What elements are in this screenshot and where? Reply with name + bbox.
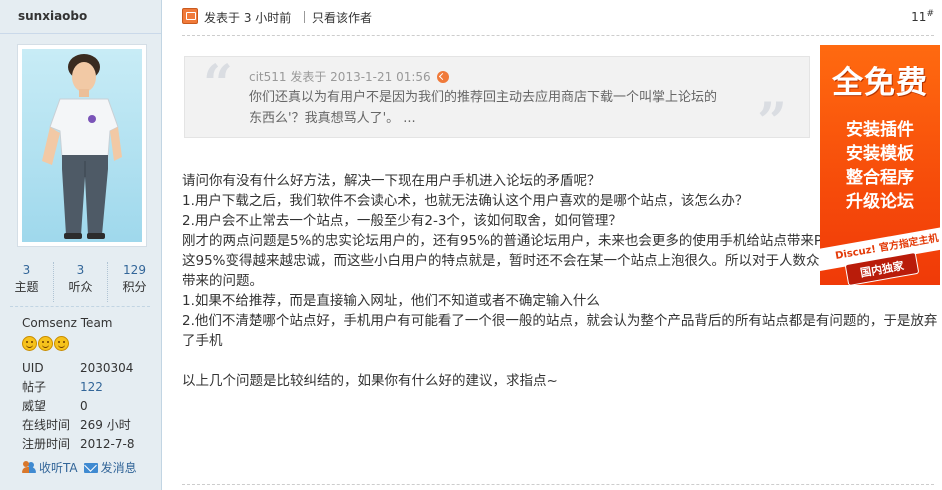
stat-threads[interactable]: 3 主题 — [0, 262, 53, 302]
divider — [0, 33, 161, 34]
info-value: 2012-7-8 — [80, 436, 135, 451]
avatar[interactable] — [17, 44, 147, 247]
stat-label: 主题 — [14, 280, 39, 294]
quote-meta: cit511 发表于 2013-1-21 01:56 — [249, 68, 449, 85]
ad-line: 整合程序 — [846, 168, 914, 188]
username[interactable]: sunxiaobo — [18, 9, 87, 23]
follow-label: 收听TA — [39, 461, 78, 475]
stat-number: 3 — [76, 263, 85, 277]
follow-link[interactable]: 收听TA — [22, 459, 78, 476]
message-link[interactable]: 发消息 — [83, 459, 137, 476]
divider — [10, 306, 150, 307]
header-separator — [304, 11, 305, 23]
open-quote-icon: “ — [203, 54, 233, 115]
stat-credits[interactable]: 129 积分 — [107, 262, 161, 302]
advertisement-banner[interactable]: 全免费 安装插件 安装模板 整合程序 升级论坛 Discuz! 官方指定主机 国… — [820, 45, 940, 285]
avatar-image — [22, 49, 142, 242]
divider — [182, 35, 934, 36]
info-key: 威望 — [22, 399, 47, 413]
smiley-icon — [38, 336, 53, 351]
close-quote-icon: ” — [757, 92, 787, 153]
mail-icon — [83, 462, 98, 473]
post-icon — [182, 8, 198, 24]
user-actions: 收听TA 发消息 — [22, 459, 137, 476]
info-value: 269 小时 — [80, 418, 131, 432]
info-key: 注册时间 — [22, 437, 71, 451]
ad-title: 全免费 — [832, 65, 928, 101]
jump-to-post-icon[interactable] — [436, 70, 449, 83]
quote-author-time: cit511 发表于 2013-1-21 01:56 — [249, 70, 431, 84]
ad-line: 升级论坛 — [846, 192, 914, 212]
info-prestige: 威望 0 — [22, 396, 134, 415]
divider — [182, 484, 934, 485]
user-info: UID 2030304 帖子 122 威望 0 在线时间 269 小时 注册时间… — [22, 358, 134, 453]
info-online-time: 在线时间 269 小时 — [22, 415, 134, 434]
info-register-date: 注册时间 2012-7-8 — [22, 434, 134, 453]
user-group[interactable]: Comsenz Team — [22, 316, 112, 330]
ad-line: 安装模板 — [846, 144, 914, 164]
people-icon — [22, 461, 36, 474]
info-value-link[interactable]: 122 — [80, 380, 103, 394]
user-stats: 3 主题 3 听众 129 积分 — [0, 262, 161, 302]
quote-block: “ cit511 发表于 2013-1-21 01:56 你们还真以为有用户不是… — [184, 54, 810, 149]
rank-stars — [22, 336, 69, 351]
floor-value: 11 — [911, 10, 927, 24]
message-label: 发消息 — [100, 461, 137, 475]
stat-label: 积分 — [122, 280, 147, 294]
info-key: UID — [22, 360, 44, 375]
stat-label: 听众 — [68, 280, 93, 294]
stat-number: 3 — [22, 263, 31, 277]
floor-suffix: # — [926, 9, 934, 19]
info-posts: 帖子 122 — [22, 377, 134, 396]
info-key: 在线时间 — [22, 418, 71, 432]
info-key: 帖子 — [22, 380, 47, 394]
info-value: 2030304 — [80, 360, 134, 375]
ad-line: 安装插件 — [846, 120, 914, 140]
post-header: 发表于 3 小时前 只看该作者 11# — [182, 0, 934, 33]
smiley-icon — [22, 336, 37, 351]
post-time: 发表于 3 小时前 — [204, 11, 292, 25]
stat-number: 129 — [123, 263, 146, 277]
quote-text: 你们还真以为有用户不是因为我们的推荐回主动去应用商店下载一个叫掌上论坛的东西么'… — [249, 90, 718, 126]
user-sidebar: sunxiaobo 3 主题 3 听众 129 积分 Comsenz Team … — [0, 0, 162, 490]
only-author-link[interactable]: 只看该作者 — [312, 9, 372, 26]
smiley-icon — [54, 336, 69, 351]
info-value: 0 — [80, 398, 88, 413]
floor-number[interactable]: 11# — [911, 9, 934, 24]
stat-followers[interactable]: 3 听众 — [53, 262, 107, 302]
info-uid: UID 2030304 — [22, 358, 134, 377]
